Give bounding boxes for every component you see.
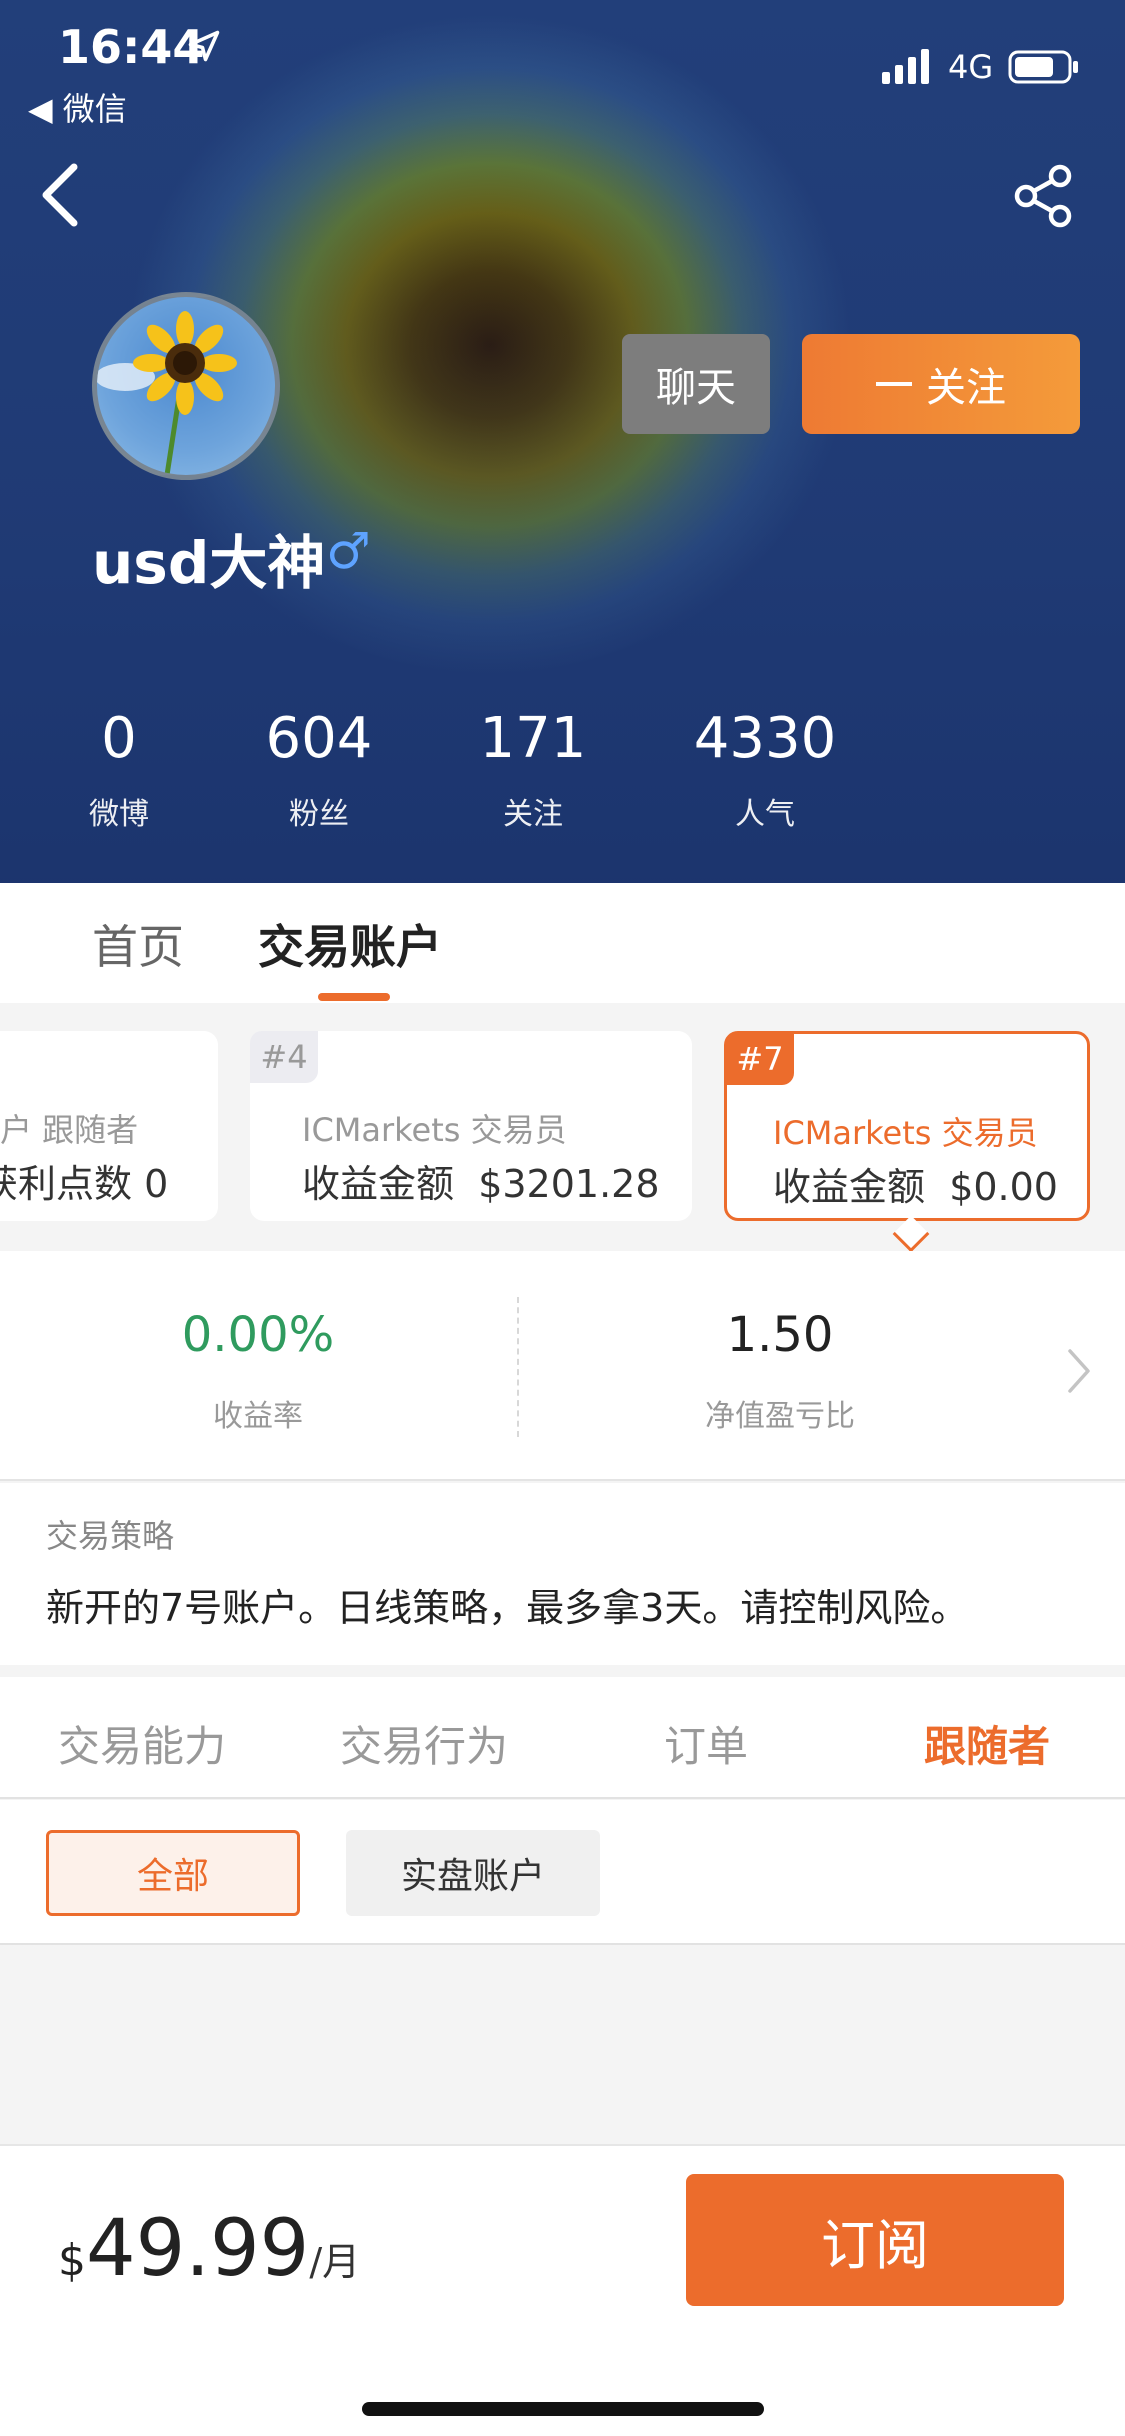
metric-yield: 0.00% 收益率 [108,1307,408,1435]
metrics-divider [517,1297,519,1437]
filter-all-label: 全部 [136,1856,209,1897]
account-rank-badge: #4 [250,1031,318,1083]
account-card-line1: ICMarkets 交易员 [302,1111,567,1149]
follow-button[interactable]: 关注 [802,334,1080,434]
stat-label: 关注 [503,797,563,832]
stat-following[interactable]: 171 关注 [448,706,618,833]
tab-orders[interactable]: 订单 [664,1713,748,1774]
subscription-price: $49.99/月 [58,2204,360,2294]
stat-label: 人气 [735,797,795,832]
price-currency: $ [58,2235,86,2286]
battery-icon [1008,50,1078,84]
follow-button-label: 关注 [926,365,1006,411]
sunflower-avatar-image [97,311,237,475]
male-gender-icon: ♂ [326,522,371,580]
tab-home[interactable]: 首页 [92,911,184,977]
account-card[interactable]: #4 ICMarkets 交易员 收益金额 $3201.28 [250,1031,692,1221]
network-type: 4G [948,48,994,86]
back-icon[interactable] [30,155,94,235]
account-card-line2: 收益金额 $3201.28 [302,1153,660,1208]
username: usd大神 [92,529,326,597]
stat-popularity[interactable]: 4330 人气 [680,706,850,833]
stat-value: 171 [479,706,587,771]
account-card-line2: 获利点数 0 [0,1162,169,1206]
tab-trading-behavior[interactable]: 交易行为 [340,1713,508,1774]
stat-value: 604 [265,706,373,771]
follower-filters: 全部 实盘账户 [0,1800,1125,1945]
strategy-text: 新开的7号账户。日线策略，最多拿3天。请控制风险。 [46,1586,969,1630]
price-period: /月 [309,2240,361,2284]
stat-fans[interactable]: 604 粉丝 [234,706,404,833]
equity-ratio-label: 净值盈亏比 [705,1399,855,1434]
home-indicator[interactable] [362,2402,764,2416]
share-icon[interactable] [1010,162,1078,230]
avatar[interactable] [92,292,280,480]
stat-weibo[interactable]: 0 微博 [34,706,204,833]
status-time: 16:44 [58,20,205,74]
tab-followers[interactable]: 跟随者 [924,1713,1050,1774]
yield-value: 0.00% [181,1307,335,1363]
stat-label: 粉丝 [289,797,349,832]
active-tab-indicator [318,993,390,1001]
metric-equity-ratio: 1.50 净值盈亏比 [630,1307,930,1435]
tab-trading-ability[interactable]: 交易能力 [58,1713,226,1774]
account-card-line1: 户 跟随者 [0,1111,139,1149]
account-rank-badge: #7 [726,1033,794,1085]
filter-all-chip[interactable]: 全部 [46,1830,300,1916]
account-card-selected[interactable]: #7 ICMarkets 交易员 收益金额 $0.00 [724,1031,1090,1221]
chevron-right-icon[interactable] [1064,1345,1094,1397]
account-card[interactable]: 户 跟随者 获利点数 0 [0,1031,218,1221]
profile-tabs: 首页 交易账户 [0,883,1125,1003]
stat-label: 微博 [89,797,149,832]
profit-amount-label: 收益金额 [773,1165,926,1209]
yield-label: 收益率 [213,1399,303,1434]
profit-amount-label: 收益金额 [302,1162,455,1206]
plus-line-icon [876,382,912,386]
stat-value: 0 [101,706,137,771]
trading-strategy: 交易策略 新开的7号账户。日线策略，最多拿3天。请控制风险。 [0,1483,1125,1665]
account-cards-carousel[interactable]: 户 跟随者 获利点数 0 #4 ICMarkets 交易员 收益金额 $3201… [0,1003,1125,1251]
strategy-title: 交易策略 [46,1517,175,1555]
detail-tabs: 交易能力 交易行为 订单 跟随者 [0,1677,1125,1799]
subscribe-button[interactable]: 订阅 [686,2174,1064,2306]
profit-amount-value: $0.00 [949,1165,1058,1209]
account-card-line1: ICMarkets 交易员 [773,1114,1038,1152]
signal-icon [882,49,929,84]
subscribe-button-label: 订阅 [821,2213,929,2277]
chat-button[interactable]: 聊天 [622,334,770,434]
equity-ratio-value: 1.50 [726,1307,834,1363]
account-metrics[interactable]: 0.00% 收益率 1.50 净值盈亏比 [0,1251,1125,1481]
tab-trading-accounts[interactable]: 交易账户 [258,911,442,977]
filter-real-account-chip[interactable]: 实盘账户 [346,1830,600,1916]
location-arrow-icon [188,30,220,62]
profit-amount-value: $3201.28 [478,1162,660,1206]
profile-header: 16:44 ◀ 微信 4G 聊天 关注 usd大神 ♂ 0 微博 604 粉丝 … [0,0,1125,883]
price-amount: 49.99 [86,2204,310,2294]
stat-value: 4330 [693,706,837,771]
account-card-line2: 收益金额 $0.00 [773,1156,1058,1211]
filter-real-account-label: 实盘账户 [400,1856,545,1897]
back-to-wechat[interactable]: ◀ 微信 [28,84,127,130]
subscribe-bar: $49.99/月 订阅 [0,2144,1125,2436]
chat-button-label: 聊天 [656,365,736,411]
